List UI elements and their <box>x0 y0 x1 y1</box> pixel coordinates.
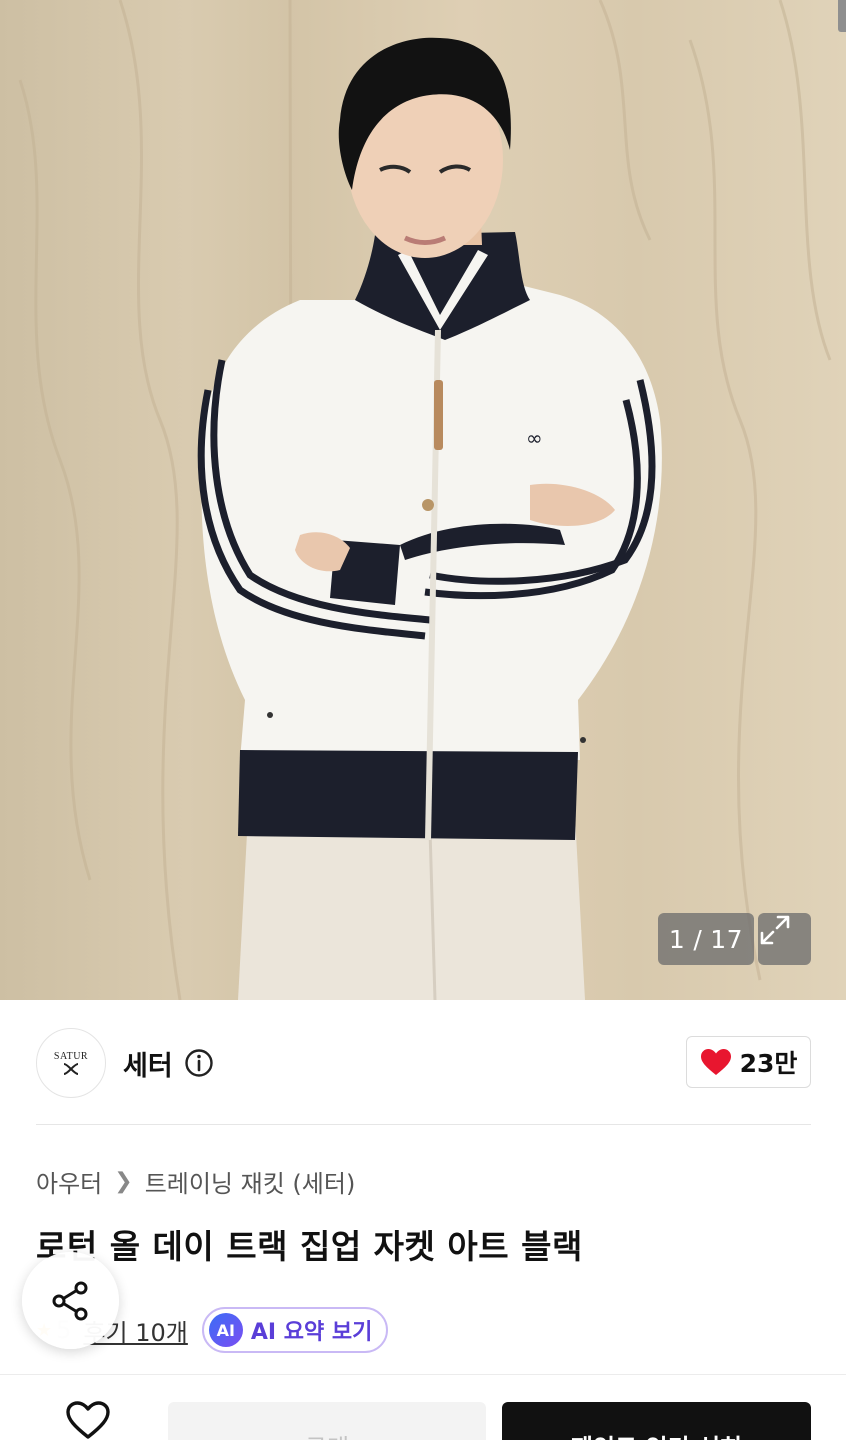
brand-logo-mark <box>63 1062 79 1075</box>
chevron-right-icon: ❯ <box>114 1169 133 1194</box>
brand-logo-text: SATUR <box>53 1050 89 1062</box>
product-photo: ∞ <box>18 0 832 1000</box>
expand-button[interactable] <box>758 913 811 965</box>
main-action-label: 제인드 인키 선히 <box>571 1428 742 1440</box>
purchase-button[interactable]: 구매 <box>168 1402 486 1440</box>
brand-logo[interactable]: SATUR <box>36 1028 106 1098</box>
like-button[interactable]: 23만 <box>686 1036 811 1088</box>
info-icon[interactable] <box>184 1048 214 1078</box>
image-counter-total: 17 <box>710 924 744 954</box>
share-icon <box>52 1281 87 1320</box>
breadcrumb: 아우터 ❯ 트레이닝 재킷 (세터) <box>36 1164 355 1199</box>
like-count: 23만 <box>739 1049 798 1078</box>
main-action-button[interactable]: 제인드 인키 선히 <box>502 1402 811 1440</box>
scrollbar-thumb[interactable] <box>838 0 846 32</box>
breadcrumb-category[interactable]: 아우터 <box>36 1164 102 1199</box>
svg-text:∞: ∞ <box>526 426 543 450</box>
ai-badge-icon: AI <box>208 1313 243 1347</box>
expand-icon <box>760 915 790 945</box>
breadcrumb-subcategory[interactable]: 트레이닝 재킷 (세터) <box>145 1164 356 1199</box>
product-image[interactable]: ∞ 1 / 17 <box>0 0 846 1000</box>
image-counter-current: 1 <box>668 924 686 954</box>
bottom-bar-divider <box>0 1374 846 1375</box>
image-counter: 1 / 17 <box>658 913 754 965</box>
image-counter-separator: / <box>693 924 703 954</box>
product-title: 로턴 올 데이 트랙 집업 자켓 아트 블랙 <box>36 1227 583 1266</box>
brand-name[interactable]: 세터 <box>123 1044 173 1083</box>
heart-outline-icon <box>66 1401 110 1439</box>
ai-summary-button[interactable]: AI AI 요약 보기 <box>201 1307 389 1353</box>
wishlist-button[interactable] <box>58 1400 118 1440</box>
ai-summary-label: AI 요약 보기 <box>250 1320 373 1345</box>
brand-row: SATUR 세터 23만 <box>0 1000 846 1124</box>
divider <box>36 1124 811 1125</box>
share-button[interactable] <box>22 1252 119 1349</box>
purchase-button-label: 구매 <box>305 1428 349 1440</box>
heart-icon <box>700 1049 731 1075</box>
